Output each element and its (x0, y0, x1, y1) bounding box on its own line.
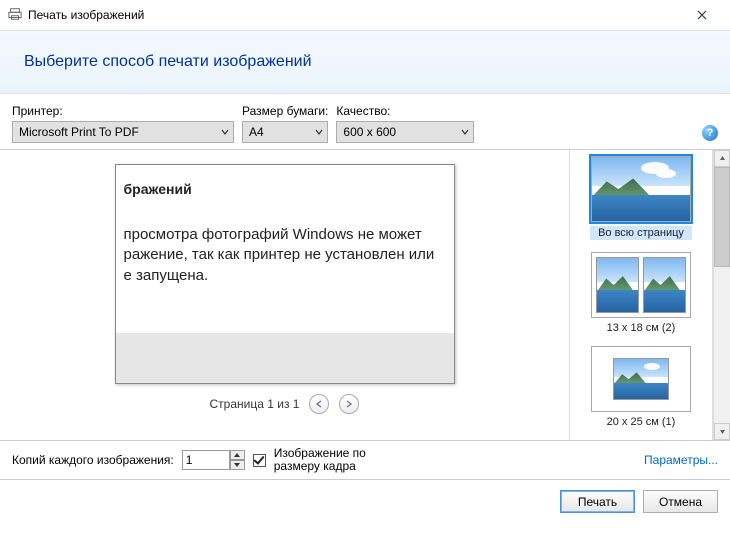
close-button[interactable] (682, 3, 722, 27)
layout-label: Во всю страницу (590, 226, 692, 240)
pager-text: Страница 1 из 1 (210, 397, 300, 411)
scroll-track[interactable] (714, 167, 730, 423)
page-heading: Выберите способ печати изображений (24, 53, 706, 71)
printer-group: Принтер: Microsoft Print To PDF (12, 104, 234, 143)
preview-line: е запущена. (124, 266, 454, 286)
layout-thumb (591, 252, 691, 318)
copies-spinner (182, 450, 245, 470)
main-area: бражений просмотра фотографий Windows не… (0, 150, 730, 440)
scroll-up-button[interactable] (714, 150, 730, 167)
print-button[interactable]: Печать (560, 490, 635, 513)
bottom-left: Копий каждого изображения: Изображение п… (12, 447, 366, 473)
copies-label: Копий каждого изображения: (12, 453, 174, 467)
layout-label: 20 x 25 см (1) (607, 416, 676, 428)
fit-frame-checkbox[interactable] (253, 454, 266, 467)
preview-body: просмотра фотографий Windows не может ра… (116, 225, 454, 286)
layout-label: 13 x 18 см (2) (607, 322, 676, 334)
layout-pane: Во всю страницу 13 x 18 см (2) 20 x 25 с… (569, 150, 713, 440)
preview-line: ражение, так как принтер не установлен и… (124, 245, 454, 265)
printer-icon (8, 7, 22, 24)
parameters-link[interactable]: Параметры... (644, 453, 718, 467)
quality-value: 600 x 600 (343, 125, 396, 139)
layout-thumb (591, 156, 691, 222)
scroll-down-button[interactable] (714, 423, 730, 440)
window-title: Печать изображений (28, 8, 144, 22)
paper-combo[interactable]: A4 (242, 121, 328, 143)
layout-item-20x25[interactable]: 20 x 25 см (1) (576, 346, 706, 428)
layout-item-13x18[interactable]: 13 x 18 см (2) (576, 252, 706, 334)
fit-frame-label: Изображение по размеру кадра (274, 447, 366, 473)
quality-group: Качество: 600 x 600 (336, 104, 474, 143)
pager-next-button[interactable] (339, 394, 359, 414)
printer-combo[interactable]: Microsoft Print To PDF (12, 121, 234, 143)
bottom-options: Копий каждого изображения: Изображение п… (0, 440, 730, 479)
header-banner: Выберите способ печати изображений (0, 30, 730, 94)
layout-item-full-page[interactable]: Во всю страницу (576, 156, 706, 240)
chevron-down-icon (221, 125, 229, 139)
pager: Страница 1 из 1 (210, 394, 360, 414)
printer-value: Microsoft Print To PDF (19, 125, 139, 139)
preview-pane: бражений просмотра фотографий Windows не… (0, 150, 569, 440)
copies-up-button[interactable] (230, 450, 245, 460)
copies-input[interactable] (182, 450, 230, 470)
preview-content: бражений просмотра фотографий Windows не… (116, 165, 454, 333)
paper-group: Размер бумаги: A4 (242, 104, 328, 143)
layout-scrollbar[interactable] (713, 150, 730, 440)
actions-bar: Печать Отмена (0, 479, 730, 523)
copies-down-button[interactable] (230, 460, 245, 470)
preview-page: бражений просмотра фотографий Windows не… (115, 164, 455, 384)
pager-prev-button[interactable] (309, 394, 329, 414)
scroll-thumb[interactable] (714, 167, 730, 267)
preview-title-fragment: бражений (116, 181, 454, 197)
titlebar: Печать изображений (0, 0, 730, 30)
layout-thumb (591, 346, 691, 412)
paper-value: A4 (249, 125, 264, 139)
preview-line: просмотра фотографий Windows не может (124, 225, 454, 245)
controls-row: Принтер: Microsoft Print To PDF Размер б… (0, 94, 730, 149)
cancel-button[interactable]: Отмена (643, 490, 718, 513)
chevron-down-icon (461, 125, 469, 139)
chevron-down-icon (315, 125, 323, 139)
paper-label: Размер бумаги: (242, 104, 328, 118)
quality-combo[interactable]: 600 x 600 (336, 121, 474, 143)
preview-footer (116, 333, 454, 383)
help-button[interactable]: ? (702, 125, 718, 141)
titlebar-left: Печать изображений (8, 7, 144, 24)
quality-label: Качество: (336, 104, 474, 118)
printer-label: Принтер: (12, 104, 234, 118)
